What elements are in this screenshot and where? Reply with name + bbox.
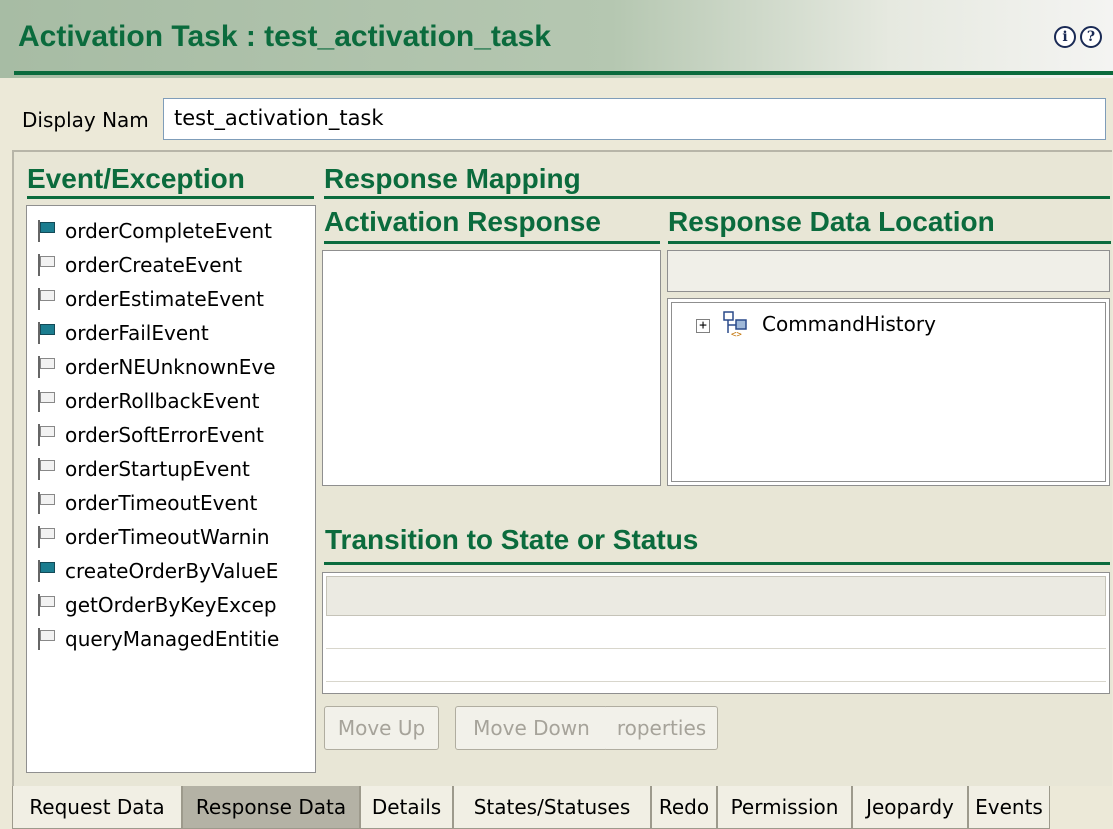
flag-icon	[37, 220, 57, 242]
flag-icon	[37, 560, 57, 582]
activation-response-list[interactable]	[322, 250, 661, 486]
tree-node-label[interactable]: CommandHistory	[762, 312, 936, 336]
move-down-button[interactable]: Move Down	[455, 706, 608, 750]
tab-jeopardy[interactable]: Jeopardy	[852, 786, 968, 829]
response-data-location-field[interactable]	[667, 250, 1110, 292]
list-item[interactable]: createOrderByValueE	[37, 554, 315, 588]
response-data-location-rule	[668, 241, 1111, 244]
flag-icon	[37, 526, 57, 548]
display-name-input[interactable]: test_activation_task	[163, 98, 1106, 140]
activation-response-rule	[324, 241, 660, 244]
list-item-label: orderFailEvent	[65, 321, 209, 345]
list-item[interactable]: orderNEUnknownEve	[37, 350, 315, 384]
list-item[interactable]: orderRollbackEvent	[37, 384, 315, 418]
transition-heading: Transition to State or Status	[325, 524, 699, 555]
list-item[interactable]: orderFailEvent	[37, 316, 315, 350]
response-mapping-heading: Response Mapping	[324, 163, 581, 194]
tab-events[interactable]: Events	[968, 786, 1050, 829]
list-item-label: orderRollbackEvent	[65, 389, 260, 413]
table-row[interactable]	[326, 617, 1106, 649]
list-item-label: orderEstimateEvent	[65, 287, 264, 311]
transition-table-header[interactable]	[326, 576, 1106, 616]
list-item-label: orderNEUnknownEve	[65, 355, 276, 379]
list-item[interactable]: queryManagedEntitie	[37, 622, 315, 656]
list-item[interactable]: orderTimeoutWarnin	[37, 520, 315, 554]
list-item-label: queryManagedEntitie	[65, 627, 280, 651]
list-item[interactable]: orderEstimateEvent	[37, 282, 315, 316]
flag-icon	[37, 458, 57, 480]
expand-icon[interactable]: +	[696, 319, 710, 333]
list-item[interactable]: orderStartupEvent	[37, 452, 315, 486]
list-item-label: orderCompleteEvent	[65, 219, 273, 243]
list-item-label: orderTimeoutEvent	[65, 491, 258, 515]
flag-icon	[37, 390, 57, 412]
list-item-label: orderTimeoutWarnin	[65, 525, 270, 549]
event-exception-list[interactable]: orderCompleteEvent orderCreateEvent orderE…	[26, 205, 316, 773]
tab-states-statuses[interactable]: States/Statuses	[453, 786, 651, 829]
flag-icon	[37, 492, 57, 514]
response-data-location-heading: Response Data Location	[668, 206, 995, 237]
tab-permission[interactable]: Permission	[717, 786, 852, 829]
transition-rule	[324, 562, 1110, 565]
table-row[interactable]	[326, 650, 1106, 682]
move-up-button[interactable]: Move Up	[324, 706, 439, 750]
title-divider	[14, 71, 1113, 75]
transition-table[interactable]	[322, 572, 1110, 694]
list-item-label: orderCreateEvent	[65, 253, 243, 277]
flag-icon	[37, 628, 57, 650]
help-icon[interactable]: ?	[1080, 26, 1102, 48]
list-item[interactable]: orderCompleteEvent	[37, 214, 315, 248]
list-item[interactable]: getOrderByKeyExcep	[37, 588, 315, 622]
flag-icon	[37, 288, 57, 310]
response-mapping-rule	[324, 196, 1110, 199]
tab-redo[interactable]: Redo	[651, 786, 717, 829]
list-item[interactable]: orderSoftErrorEvent	[37, 418, 315, 452]
flag-icon	[37, 322, 57, 344]
event-exception-heading: Event/Exception	[27, 163, 245, 194]
tree-node-icon: <>	[723, 311, 747, 339]
svg-text:<>: <>	[731, 330, 742, 339]
properties-button[interactable]: roperties	[606, 706, 718, 750]
list-item-label: getOrderByKeyExcep	[65, 593, 277, 617]
event-heading-rule	[27, 196, 314, 199]
list-item-label: orderStartupEvent	[65, 457, 250, 481]
display-name-label: Display Nam	[22, 108, 149, 132]
tab-response-data[interactable]: Response Data	[182, 786, 360, 829]
tab-request-data[interactable]: Request Data	[12, 786, 182, 829]
page-title: Activation Task : test_activation_task	[18, 20, 551, 53]
list-item[interactable]: orderTimeoutEvent	[37, 486, 315, 520]
flag-icon	[37, 594, 57, 616]
info-icon[interactable]: i	[1054, 26, 1076, 48]
activation-response-heading: Activation Response	[324, 206, 601, 237]
flag-icon	[37, 254, 57, 276]
list-item[interactable]: orderCreateEvent	[37, 248, 315, 282]
list-item-label: orderSoftErrorEvent	[65, 423, 264, 447]
flag-icon	[37, 424, 57, 446]
tab-details[interactable]: Details	[360, 786, 453, 829]
list-item-label: createOrderByValueE	[65, 559, 279, 583]
flag-icon	[37, 356, 57, 378]
